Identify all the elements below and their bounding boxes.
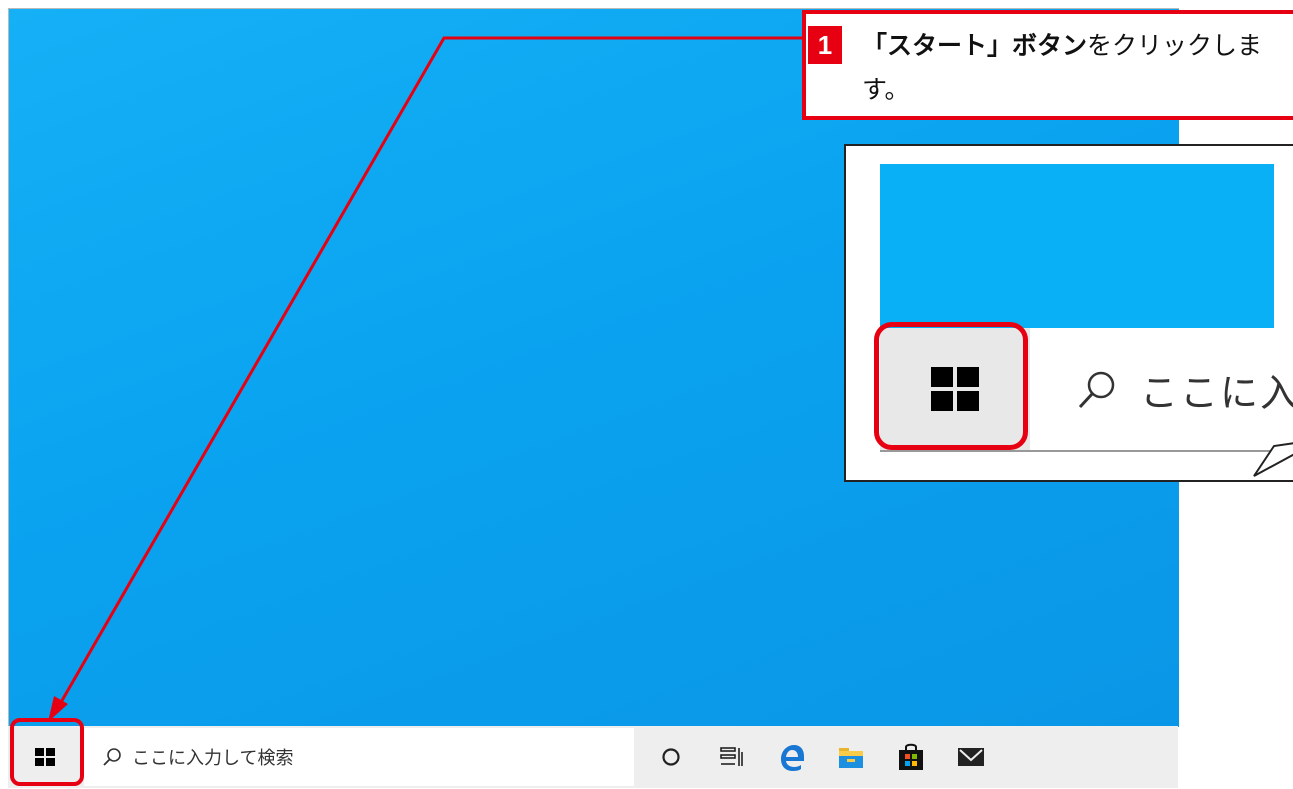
- page-curl-icon: [1253, 442, 1293, 477]
- step-number-badge: 1: [808, 26, 842, 64]
- search-box[interactable]: ここに入力して検索: [84, 728, 634, 786]
- zoom-start-highlight: [874, 322, 1028, 450]
- search-icon: [1078, 371, 1115, 408]
- edge-icon[interactable]: [774, 740, 808, 774]
- search-icon: [103, 748, 121, 766]
- cortana-icon[interactable]: [654, 740, 688, 774]
- taskbar: ここに入力して検索: [8, 726, 1178, 788]
- instruction-text: 「スタート」ボタンをクリックします。: [862, 24, 1293, 112]
- instruction-callout: 1 「スタート」ボタンをクリックします。: [802, 10, 1293, 120]
- start-button[interactable]: [8, 726, 82, 788]
- store-icon[interactable]: [894, 740, 928, 774]
- task-view-icon[interactable]: [714, 740, 748, 774]
- zoom-desktop: [880, 164, 1274, 328]
- instruction-bold: 「スタート」ボタン: [862, 31, 1088, 60]
- zoom-search-text: ここに入: [1140, 371, 1293, 415]
- file-explorer-icon[interactable]: [834, 740, 868, 774]
- zoom-search: ここに入: [1076, 362, 1293, 417]
- windows-logo-icon: [35, 748, 55, 766]
- search-placeholder: ここに入力して検索: [132, 748, 294, 769]
- mail-icon[interactable]: [954, 740, 988, 774]
